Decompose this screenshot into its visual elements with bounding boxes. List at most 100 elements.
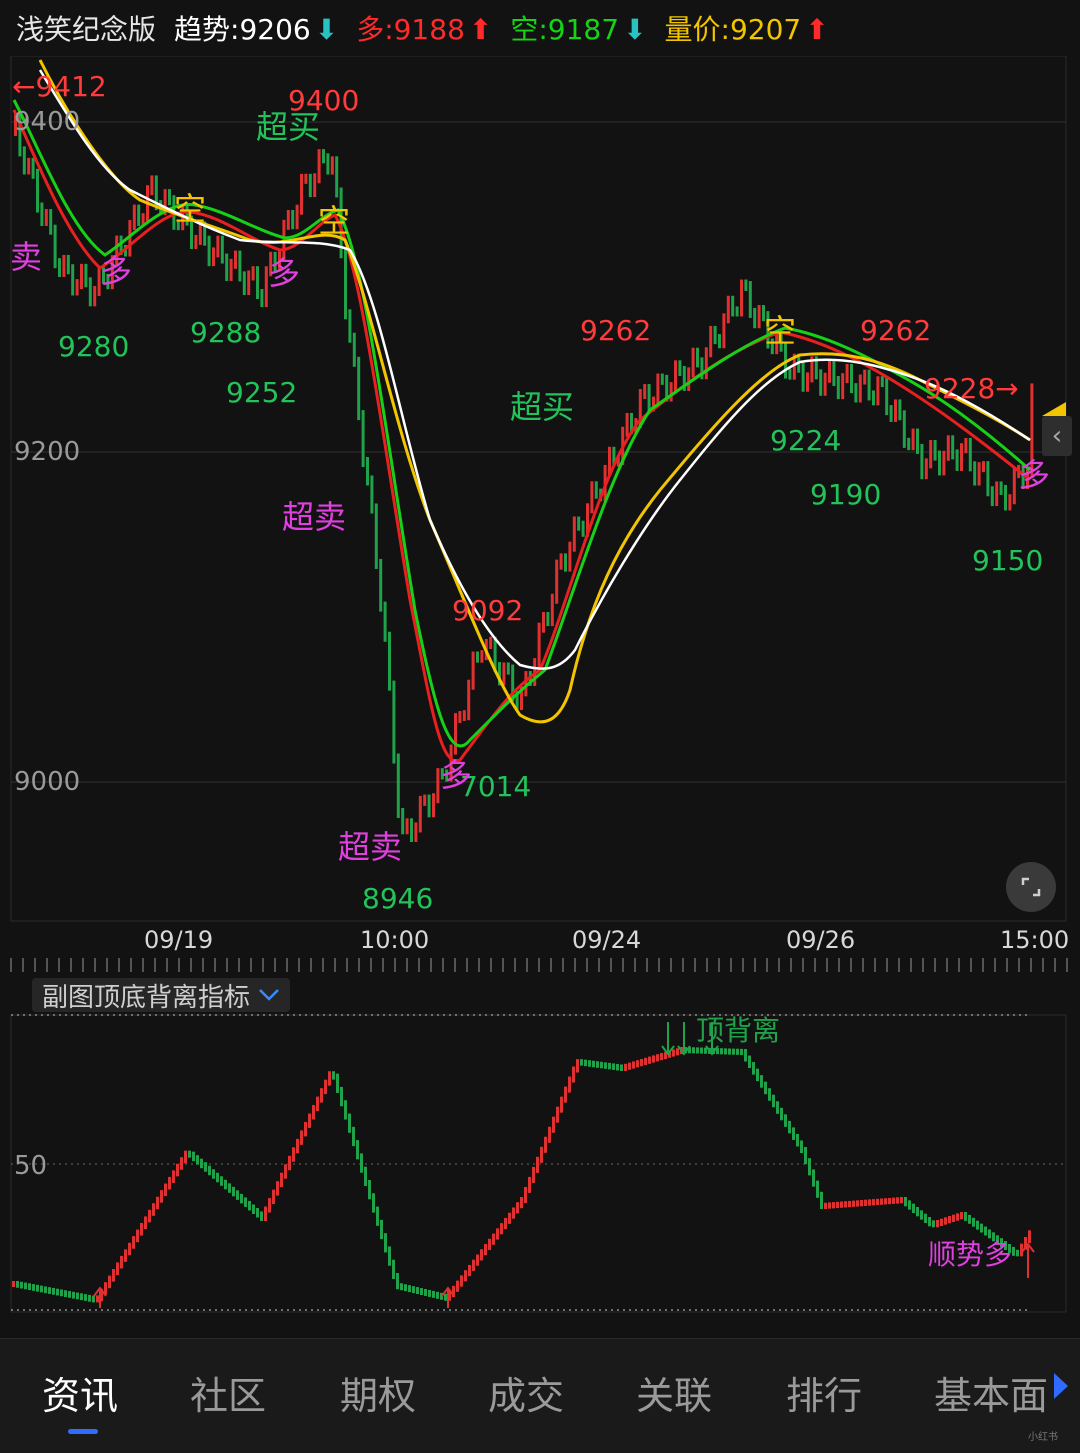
indicator-bar xyxy=(208,1165,211,1176)
price-chart[interactable]: 9400 9200 9000 ←9412 9400 9280 9288 9252… xyxy=(0,56,1080,926)
indicator-bar xyxy=(720,1048,723,1055)
indicator-bar xyxy=(804,1147,807,1165)
indicator-bar xyxy=(956,1213,959,1221)
indicator-bar xyxy=(44,1286,47,1294)
candle xyxy=(858,374,862,403)
indicator-bar xyxy=(788,1120,791,1134)
indicator-bar xyxy=(628,1062,631,1070)
tab-community[interactable]: 社区 xyxy=(190,1365,266,1420)
indicator-bar xyxy=(272,1189,275,1205)
candle xyxy=(713,325,717,345)
candle xyxy=(36,168,39,213)
label-high-9412: ←9412 xyxy=(12,70,107,103)
candle xyxy=(53,224,57,269)
time-axis: 09/19 10:00 09/24 09/26 15:00 xyxy=(0,926,1080,956)
divergence-indicator-chart[interactable]: 50 顶背离 顺势多 xyxy=(0,1012,1080,1322)
label-9190: 9190 xyxy=(810,478,881,511)
trend-long-label: 顺势多 xyxy=(928,1238,1012,1271)
indicator-bar xyxy=(564,1086,567,1103)
candle xyxy=(550,593,554,627)
candle xyxy=(885,377,889,416)
indicator-bar xyxy=(780,1107,783,1121)
indicator-bar xyxy=(216,1172,219,1183)
candle xyxy=(313,173,317,198)
indicator-bar xyxy=(632,1061,635,1069)
candle xyxy=(660,373,664,385)
candle xyxy=(757,305,761,329)
tab-options[interactable]: 期权 xyxy=(340,1365,416,1420)
indicator-bar xyxy=(636,1060,639,1068)
label-9280: 9280 xyxy=(58,330,129,363)
candle xyxy=(432,793,435,818)
candle xyxy=(863,369,867,385)
candle xyxy=(788,368,792,380)
indicator-bar xyxy=(968,1214,971,1224)
candle xyxy=(718,334,721,349)
indicator-bar xyxy=(884,1198,887,1205)
indicator-bar xyxy=(40,1285,43,1293)
signal-oversold-1: 超卖 xyxy=(282,498,346,536)
tab-trades[interactable]: 成交 xyxy=(488,1365,564,1420)
candle xyxy=(476,651,479,663)
indicator-selector[interactable]: 副图顶底背离指标 xyxy=(32,978,291,1013)
tab-news[interactable]: 资讯 xyxy=(42,1365,118,1420)
label-9288: 9288 xyxy=(190,316,261,349)
indicator-bar xyxy=(276,1181,279,1196)
indicator-bar xyxy=(64,1290,67,1298)
header-bar: 浅笑纪念版 趋势:9206 ⬇ 多:9188 ⬆ 空:9187 ⬇ 量价:9207 ⬆ xyxy=(0,0,1080,56)
candle xyxy=(326,153,330,175)
label-9262-b: 9262 xyxy=(860,314,931,347)
signal-empty-2: 空 xyxy=(318,202,350,240)
candle xyxy=(80,263,83,290)
candle xyxy=(960,443,963,471)
candle xyxy=(256,266,259,300)
indicator-bar xyxy=(476,1254,479,1266)
fullscreen-button[interactable] xyxy=(1006,862,1056,912)
indicator-bar xyxy=(384,1233,387,1253)
indicator-bar xyxy=(980,1223,983,1233)
indicator-bar xyxy=(552,1116,555,1133)
candle xyxy=(933,439,937,461)
signal-oversold-2: 超卖 xyxy=(338,828,402,866)
tab-fundamentals[interactable]: 基本面 xyxy=(934,1365,1048,1420)
time-label: 10:00 xyxy=(360,926,430,954)
arrow-down-icon xyxy=(661,1022,675,1056)
indicator-bar xyxy=(232,1186,235,1197)
scroll-right-icon[interactable] xyxy=(1054,1373,1068,1399)
indicator-bar xyxy=(68,1291,71,1298)
long-value: 多:9188 ⬆ xyxy=(356,13,493,46)
indicator-bar xyxy=(728,1048,731,1055)
candle xyxy=(220,235,224,264)
indicator-bar xyxy=(128,1242,131,1256)
candle xyxy=(955,449,959,471)
indicator-bar xyxy=(488,1238,491,1251)
tab-related[interactable]: 关联 xyxy=(636,1365,712,1420)
indicator-bar xyxy=(868,1199,871,1206)
indicator-bar xyxy=(908,1200,911,1210)
indicator-bar xyxy=(812,1169,815,1187)
time-scrollbar[interactable] xyxy=(10,958,1070,972)
candle xyxy=(731,295,735,317)
candle xyxy=(828,359,831,383)
indicator-bar xyxy=(576,1059,579,1073)
indicator-bar xyxy=(480,1249,483,1261)
tab-ranking[interactable]: 排行 xyxy=(786,1365,862,1420)
indicator-bar xyxy=(592,1060,595,1068)
indicator-bar xyxy=(320,1088,323,1103)
candle xyxy=(396,753,400,819)
candle xyxy=(405,818,409,835)
signal-sell: 卖 xyxy=(10,238,42,276)
candle xyxy=(674,360,677,393)
indicator-bar xyxy=(376,1206,379,1226)
indicator-bar xyxy=(188,1150,191,1158)
candle xyxy=(801,362,805,392)
expand-icon xyxy=(1021,877,1041,897)
indicator-bar xyxy=(792,1127,795,1140)
candle xyxy=(806,372,809,392)
indicator-bar xyxy=(368,1179,371,1200)
indicator-bar xyxy=(856,1200,859,1207)
candle xyxy=(31,157,35,179)
candle xyxy=(242,271,246,296)
collapse-panel-button[interactable]: ‹ xyxy=(1042,416,1072,456)
candle xyxy=(348,309,352,343)
